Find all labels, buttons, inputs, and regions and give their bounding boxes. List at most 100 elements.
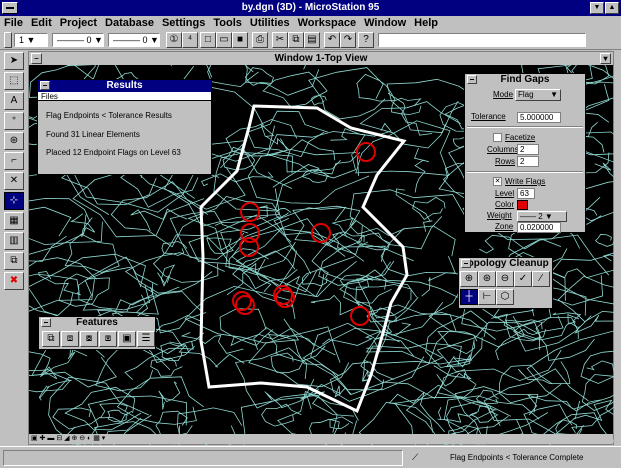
contour-line (29, 273, 80, 316)
feature-split-icon[interactable]: ⧇ (80, 331, 98, 347)
features-title-bar: Features (39, 317, 155, 329)
menu-project[interactable]: Project (56, 16, 101, 30)
contour-line (234, 347, 315, 409)
zoom-out-icon[interactable]: ⊖ (496, 271, 514, 287)
copy-icon[interactable]: ⧉ (288, 32, 304, 48)
trim-line-icon[interactable]: ⁄ (532, 271, 550, 287)
paste-icon[interactable]: ▤ (304, 32, 320, 48)
find-gaps-close-icon[interactable] (467, 75, 477, 84)
menu-settings[interactable]: Settings (158, 16, 209, 30)
fence-icon[interactable]: ⬚ (4, 72, 24, 90)
find-gaps-icon[interactable]: ┼ (460, 289, 478, 305)
new-file-icon[interactable]: □ (200, 32, 216, 48)
topology-cleanup-palette[interactable]: Topology Cleanup ⊕ ⊛ ⊖ ✓ ⁄ ┼ ⊢ ⬡ (458, 257, 553, 309)
feature-link-icon[interactable]: ⧈ (61, 331, 79, 347)
text-edit-icon[interactable]: ⁴ (182, 32, 198, 48)
status-bar: ⟋ Flag Endpoints < Tolerance Complete (0, 446, 621, 468)
polygon-icon[interactable]: ⬡ (496, 289, 514, 305)
write-flags-checkbox[interactable]: ✕ (493, 177, 502, 186)
weight-select[interactable]: —— 2 ▼ (517, 211, 567, 222)
minimize-icon[interactable]: ▼ (590, 2, 604, 14)
select-arrow-icon[interactable]: ➤ (4, 52, 24, 70)
view-control-bar[interactable]: ▣ ✚ ▬ ⊟ ◢ ⊕ ⊖ ◐ ▦ ▾ (29, 434, 613, 444)
menu-workspace[interactable]: Workspace (294, 16, 361, 30)
line-color-select[interactable]: ——— 0 ▼ (52, 33, 104, 47)
maximize-icon[interactable]: ▲ (605, 2, 619, 14)
menu-tools[interactable]: Tools (209, 16, 246, 30)
line-tool-icon[interactable]: ⌐ (4, 152, 24, 170)
contour-line (388, 391, 446, 433)
contour-line (526, 330, 615, 410)
open-file-icon[interactable]: ▭ (216, 32, 232, 48)
view-maximize-icon[interactable]: ▾ (600, 53, 611, 64)
command-input[interactable] (378, 33, 586, 47)
extend-line-icon[interactable]: ✓ (514, 271, 532, 287)
topology-close-icon[interactable] (461, 259, 471, 268)
contour-line (594, 233, 615, 247)
manipulate-icon[interactable]: ⊹ (4, 192, 24, 210)
features-close-icon[interactable] (41, 318, 51, 327)
find-gaps-title-bar: Find Gaps (465, 74, 585, 86)
color-swatch[interactable] (517, 200, 528, 210)
menu-help[interactable]: Help (410, 16, 442, 30)
columns-label: Columns (487, 145, 519, 154)
delete-icon[interactable]: ✖ (4, 272, 24, 290)
print-icon[interactable]: ⎙ (252, 32, 268, 48)
feature-list-icon[interactable]: ☰ (137, 331, 155, 347)
cut-icon[interactable]: ✂ (272, 32, 288, 48)
vertical-scrollbar[interactable] (614, 51, 621, 445)
contour-line (286, 139, 341, 173)
feature-edit-icon[interactable]: ▣ (118, 331, 136, 347)
contour-line (365, 304, 457, 364)
contour-line (517, 361, 571, 384)
menu-file[interactable]: File (0, 16, 27, 30)
zone-field[interactable]: 0.020000 (517, 222, 561, 233)
level-select[interactable]: 1 ▼ (14, 33, 48, 47)
rows-field[interactable]: 2 (517, 156, 539, 167)
view-menu-icon[interactable]: – (31, 53, 42, 64)
menu-database[interactable]: Database (101, 16, 158, 30)
contour-line (157, 264, 176, 287)
menu-window[interactable]: Window (360, 16, 410, 30)
menu-edit[interactable]: Edit (27, 16, 56, 30)
save-icon[interactable]: ■ (232, 32, 248, 48)
results-close-icon[interactable] (40, 81, 50, 90)
facetize-checkbox[interactable] (493, 133, 502, 142)
feature-add-icon[interactable]: ⧉ (42, 331, 60, 347)
key-in-icon[interactable]: ① (166, 32, 182, 48)
results-dialog[interactable]: Results Files Flag Endpoints < Tolerance… (37, 79, 212, 175)
copy-element-icon[interactable]: ⧉ (4, 252, 24, 270)
find-gaps-dialog[interactable]: Find Gaps Mode Flag ▼ Tolerance 5.000000… (464, 73, 586, 233)
contour-line (425, 310, 488, 369)
undo-icon[interactable]: ↶ (324, 32, 340, 48)
rows-label: Rows (495, 157, 516, 166)
text-tool-icon[interactable]: A (4, 92, 24, 110)
flag-icon[interactable]: ⊢ (478, 289, 496, 305)
level-field[interactable]: 63 (517, 188, 535, 199)
contour-line (302, 327, 444, 395)
mode-select[interactable]: Flag ▼ (515, 89, 561, 101)
contour-line (29, 198, 103, 246)
help-icon[interactable]: ? (358, 32, 374, 48)
measure-icon[interactable]: ⊛ (4, 132, 24, 150)
features-palette[interactable]: Features ⧉ ⧈ ⧇ ⧆ ▣ ☰ (38, 316, 156, 350)
cell-icon[interactable]: ▦ (4, 212, 24, 230)
point-tool-icon[interactable]: ⁺ (4, 112, 24, 130)
grid-icon[interactable]: ▥ (4, 232, 24, 250)
app-title: by.dgn (3D) - MicroStation 95 (241, 2, 380, 13)
columns-field[interactable]: 2 (517, 144, 539, 155)
line-weight-select[interactable]: ——— 0 ▼ (108, 33, 160, 47)
results-files-menu[interactable]: Files (38, 92, 211, 101)
modify-icon[interactable]: ✕ (4, 172, 24, 190)
menu-utilities[interactable]: Utilities (246, 16, 294, 30)
view-title: Window 1-Top View (274, 53, 368, 64)
contour-line (414, 147, 429, 193)
zoom-in-icon[interactable]: ⊕ (460, 271, 478, 287)
tolerance-field[interactable]: 5.000000 (517, 112, 561, 123)
system-menu-icon[interactable] (2, 2, 18, 14)
redo-icon[interactable]: ↷ (340, 32, 356, 48)
feature-merge-icon[interactable]: ⧆ (99, 331, 117, 347)
status-message: Flag Endpoints < Tolerance Complete (450, 453, 584, 462)
contour-line (491, 313, 579, 341)
zoom-window-icon[interactable]: ⊛ (478, 271, 496, 287)
